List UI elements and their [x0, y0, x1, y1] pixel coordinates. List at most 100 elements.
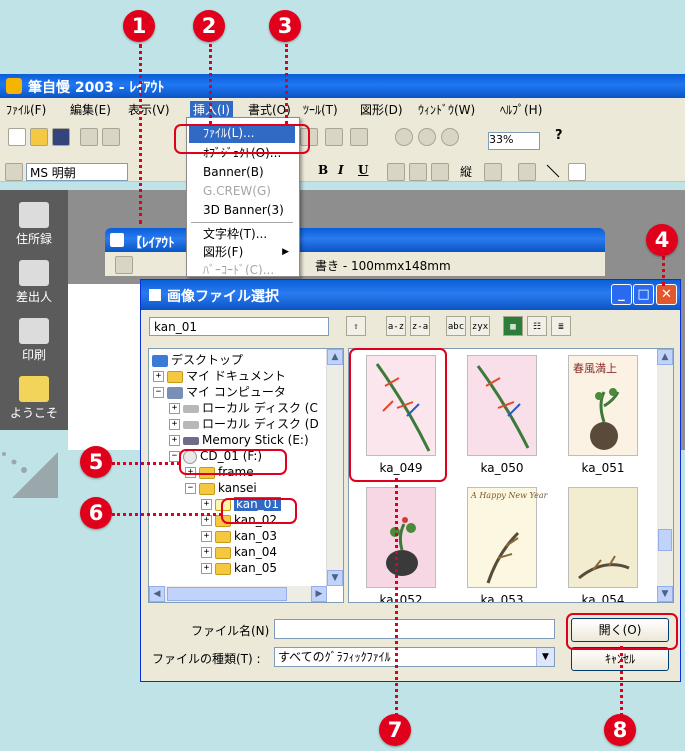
print-button[interactable]: 印刷	[4, 314, 64, 368]
thumbnail-ka-051[interactable]: 春風満上 ka_051	[568, 355, 638, 475]
new-file-icon[interactable]	[8, 128, 26, 146]
tree-item-my-computer[interactable]: − マイ コンピュータ	[153, 384, 286, 400]
expand-icon[interactable]: +	[201, 563, 212, 574]
tree-item-kan-03[interactable]: + kan_03	[201, 528, 277, 544]
chevron-down-icon[interactable]: ▼	[536, 648, 554, 666]
toolbar: 33% ? MS 明朝 B I U 縦	[0, 119, 685, 182]
font-name-field[interactable]: MS 明朝	[26, 163, 128, 181]
menu-file[interactable]: ﾌｧｲﾙ(F)	[6, 101, 46, 118]
zoom-icon[interactable]	[395, 128, 413, 146]
scroll-right-icon[interactable]: ▶	[311, 586, 327, 602]
zoom-select[interactable]: 33%	[488, 132, 540, 150]
close-button[interactable]: ✕	[656, 284, 677, 305]
menu-window[interactable]: ｳｨﾝﾄﾞｳ(W)	[418, 101, 475, 118]
tree-item-desktop[interactable]: デスクトップ	[152, 352, 243, 368]
scroll-thumb[interactable]	[167, 587, 287, 601]
print-icon[interactable]	[80, 128, 98, 146]
sort-desc-icon[interactable]: z-a	[410, 316, 430, 336]
list-view-icon[interactable]: ☷	[527, 316, 547, 336]
address-book-button[interactable]: 住所録	[4, 198, 64, 252]
leader-line-1	[139, 44, 142, 224]
scroll-down-icon[interactable]: ▼	[657, 586, 673, 602]
menu-item-3d-banner[interactable]: 3D Banner(3)	[189, 201, 295, 220]
sort-name-icon[interactable]: abc	[446, 316, 466, 336]
collapse-icon[interactable]: −	[185, 483, 196, 494]
tree-item-memory-stick[interactable]: + Memory Stick (E:)	[169, 432, 309, 448]
zoom-in-icon[interactable]	[418, 128, 436, 146]
menu-item-shape[interactable]: 図形(F) ▶	[189, 243, 295, 262]
open-folder-icon[interactable]	[30, 128, 48, 146]
sort-reverse-icon[interactable]: zyx	[470, 316, 490, 336]
menu-shape[interactable]: 図形(D)	[360, 101, 403, 118]
page-icon[interactable]	[325, 128, 343, 146]
welcome-button[interactable]: ようこそ	[4, 372, 64, 426]
minimize-button[interactable]: _	[611, 284, 632, 305]
expand-icon[interactable]: +	[201, 499, 212, 510]
sender-button[interactable]: 差出人	[4, 256, 64, 310]
menu-item-text-frame[interactable]: 文字枠(T)...	[189, 225, 295, 244]
layout-doc-icon	[110, 233, 124, 247]
menu-tools[interactable]: ﾂｰﾙ(T)	[303, 101, 338, 118]
zoom-out-icon[interactable]	[441, 128, 459, 146]
thumbnail-ka-053[interactable]: A Happy New Year ka_053	[467, 487, 547, 602]
menu-view[interactable]: 表示(V)	[128, 101, 170, 118]
expand-icon[interactable]: +	[201, 531, 212, 542]
expand-icon[interactable]: +	[169, 419, 180, 430]
thumbnail-vertical-scrollbar[interactable]: ▲ ▼	[657, 349, 673, 602]
filename-input[interactable]	[274, 619, 555, 639]
save-icon[interactable]	[52, 128, 70, 146]
expand-icon[interactable]: +	[153, 371, 164, 382]
line-icon[interactable]	[545, 163, 561, 179]
tree-item-drive-c[interactable]: + ローカル ディスク (C	[169, 400, 318, 416]
thumbnail-ka-050[interactable]: ka_050	[467, 355, 537, 475]
menu-edit[interactable]: 編集(E)	[70, 101, 111, 118]
tree-item-kan-04[interactable]: + kan_04	[201, 544, 277, 560]
vertical-text-icon[interactable]: 縦	[460, 163, 476, 179]
maximize-button[interactable]: □	[633, 284, 654, 305]
italic-icon[interactable]: I	[338, 163, 354, 179]
scroll-up-icon[interactable]: ▲	[657, 349, 673, 365]
align-center-icon[interactable]	[409, 163, 427, 181]
align-right-icon[interactable]	[431, 163, 449, 181]
tree-item-drive-d[interactable]: + ローカル ディスク (D	[169, 416, 319, 432]
up-folder-icon[interactable]: ⇧	[346, 316, 366, 336]
tree-item-kan-05[interactable]: + kan_05	[201, 560, 277, 576]
scroll-down-icon[interactable]: ▼	[327, 570, 343, 586]
text-style-icon[interactable]	[5, 163, 23, 181]
expand-icon[interactable]: +	[201, 547, 212, 558]
tool-icon[interactable]	[350, 128, 368, 146]
preview-icon[interactable]	[102, 128, 120, 146]
expand-icon[interactable]: +	[169, 403, 180, 414]
scroll-up-icon[interactable]: ▲	[327, 349, 343, 365]
tree-vertical-scrollbar[interactable]: ▲ ▼	[326, 349, 343, 586]
expand-icon[interactable]: +	[169, 435, 180, 446]
collapse-icon[interactable]: −	[153, 387, 164, 398]
thumbnail-ka-052[interactable]: ka_052	[366, 487, 436, 602]
scroll-thumb[interactable]	[658, 529, 672, 551]
sort-asc-icon[interactable]: a-z	[386, 316, 406, 336]
leader-line-8	[620, 646, 623, 716]
current-folder-field[interactable]: kan_01	[149, 317, 329, 336]
menu-item-banner[interactable]: Banner(B)	[189, 163, 295, 182]
tree-item-kansei[interactable]: − kansei	[185, 480, 257, 496]
filetype-select[interactable]: すべてのｸﾞﾗﾌｨｯｸﾌｧｲﾙ ▼	[274, 647, 555, 667]
layout-view-icon[interactable]	[115, 256, 133, 274]
pointer-icon[interactable]	[518, 163, 536, 181]
thumbnail-caption: ka_051	[581, 461, 625, 475]
align-left-icon[interactable]	[387, 163, 405, 181]
thumbnail-view-icon[interactable]: ▦	[503, 316, 523, 336]
bold-icon[interactable]: B	[318, 163, 334, 179]
underline-icon[interactable]: U	[358, 163, 374, 179]
thumbnail-ka-054[interactable]: ka_054	[568, 487, 638, 602]
tree-item-my-documents[interactable]: + マイ ドキュメント	[153, 368, 286, 384]
tree-horizontal-scrollbar[interactable]: ◀ ▶	[149, 586, 327, 602]
menu-help[interactable]: ﾍﾙﾌﾟ(H)	[500, 101, 542, 118]
callout-badge-4: 4	[646, 224, 678, 256]
frame-icon[interactable]	[484, 163, 502, 181]
detail-view-icon[interactable]: ≣	[551, 316, 571, 336]
sender-icon	[19, 260, 49, 286]
expand-icon[interactable]: +	[201, 515, 212, 526]
rectangle-icon[interactable]	[568, 163, 586, 181]
help-cursor-icon[interactable]: ?	[555, 128, 571, 144]
scroll-left-icon[interactable]: ◀	[149, 586, 165, 602]
